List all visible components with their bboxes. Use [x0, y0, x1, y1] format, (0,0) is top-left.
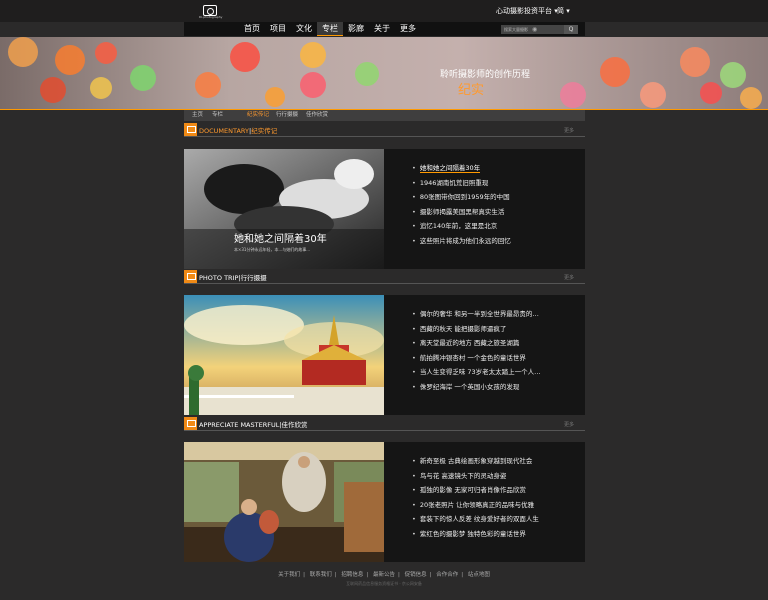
breadcrumb: 主页 专栏 纪实传记 行行摄摄 佳作欣赏 — [184, 110, 585, 121]
list-item[interactable]: 侏罗纪海岸 一个英国小女孩的发现 — [412, 380, 541, 395]
bokeh-light — [560, 82, 586, 108]
list-item[interactable]: 20张老照片 让你领略真正的品味与优雅 — [412, 498, 539, 513]
search-button[interactable]: Q — [564, 25, 578, 34]
bokeh-light — [300, 42, 326, 68]
feature-image[interactable] — [184, 442, 384, 562]
breadcrumb-masterful[interactable]: 佳作欣赏 — [306, 110, 328, 121]
section-header-masterful: APPRECIATE MASTERFUL|佳作欣赏 更多 — [184, 417, 585, 431]
list-item[interactable]: 鸟与花 高速镜头下的灵动身姿 — [412, 469, 539, 484]
camera-search-icon[interactable]: ◉ — [532, 26, 537, 33]
bokeh-light — [300, 72, 326, 98]
main-nav: 首页 项目 文化 专栏 影廊 关于 更多 搜索大量摄影 ◉ Q — [184, 22, 585, 36]
section-icon — [184, 270, 197, 283]
list-item[interactable]: 套装下的惊人反差 纹身爱好者的双面人生 — [412, 512, 539, 527]
section-header-photo-trip: PHOTO TRIP|行行摄摄 更多 — [184, 270, 585, 284]
list-item[interactable]: 偶尔的奢华 和另一半到全世界最昂贵的… — [412, 307, 541, 322]
nav-item-gallery[interactable]: 影廊 — [343, 22, 369, 36]
bokeh-light — [700, 82, 722, 104]
list-item[interactable]: 紫红色的摄影梦 独特色彩的童话世界 — [412, 527, 539, 542]
breadcrumb-columns[interactable]: 专栏 — [212, 110, 223, 121]
nav-item-home[interactable]: 首页 — [239, 22, 265, 36]
section-divider — [184, 430, 585, 431]
feature-image[interactable]: 她和她之间隔着30年 本×31分钟永远年轻，本...与她们的故事... — [184, 149, 384, 269]
bokeh-light — [640, 82, 666, 108]
bokeh-light — [600, 57, 630, 87]
logo-subtext: Di-photography — [199, 15, 223, 19]
site-logo[interactable]: Di-photography — [199, 3, 223, 19]
platform-dropdown[interactable]: 心动摄影投资平台 ▾ — [496, 6, 558, 16]
list-item[interactable]: 离天堂最近的地方 西藏之旅圣湖篇 — [412, 336, 541, 351]
svg-text:本×31分钟永远年轻，本...与她们的故事...: 本×31分钟永远年轻，本...与她们的故事... — [234, 246, 310, 252]
more-link[interactable]: 更多 — [564, 127, 574, 134]
bokeh-light — [195, 72, 221, 98]
list-item[interactable]: 西藏的秋天 能把摄影师逼疯了 — [412, 322, 541, 337]
bokeh-light — [355, 62, 379, 86]
list-item[interactable]: 80张图带你回到1959年的中国 — [412, 190, 511, 205]
section-icon — [184, 417, 197, 430]
bokeh-light — [8, 37, 38, 67]
nav-item-more[interactable]: 更多 — [395, 22, 421, 36]
bokeh-light — [720, 62, 746, 88]
nav-item-projects[interactable]: 项目 — [265, 22, 291, 36]
footer: 关于我们 | 联系我们 | 招聘信息 | 最新公告 | 促销信息 | 合作合作 | 站点地图 — [0, 570, 768, 578]
breadcrumb-home[interactable]: 主页 — [192, 110, 203, 121]
article-list: 她和她之间隔着30年 1946湖南饥荒旧照重现 80张图带你回到1959年的中国… — [412, 161, 511, 248]
breadcrumb-documentary[interactable]: 纪实传记 — [247, 110, 269, 121]
bokeh-light — [130, 65, 156, 91]
list-item[interactable]: 航拍腾冲银杏村 一个金色的童话世界 — [412, 351, 541, 366]
bokeh-light — [740, 87, 762, 109]
article-list: 偶尔的奢华 和另一半到全世界最昂贵的… 西藏的秋天 能把摄影师逼疯了 离天堂最近… — [412, 307, 541, 394]
bokeh-light — [40, 77, 66, 103]
nav-item-columns[interactable]: 专栏 — [317, 22, 343, 36]
footer-link[interactable]: 招聘信息 — [341, 572, 363, 578]
section-title: APPRECIATE MASTERFUL|佳作欣赏 — [199, 421, 308, 429]
bokeh-light — [230, 42, 260, 72]
footer-link[interactable]: 关于我们 — [278, 572, 300, 578]
list-item[interactable]: 孤独的影像 无家可归者肖像作品欣赏 — [412, 483, 539, 498]
list-item[interactable]: 摄影师揭露美国黑帮真实生活 — [412, 205, 511, 220]
list-item[interactable]: 这些照片将成为他们永远的回忆 — [412, 234, 511, 249]
footer-link[interactable]: 联系我们 — [310, 572, 332, 578]
section-divider — [184, 283, 585, 284]
section-title: DOCUMENTARY|纪实传记 — [199, 127, 278, 135]
bokeh-light — [265, 87, 285, 107]
nav-item-culture[interactable]: 文化 — [291, 22, 317, 36]
more-link[interactable]: 更多 — [564, 421, 574, 428]
list-item[interactable]: 追忆140年前，这里是北京 — [412, 219, 511, 234]
hero-banner: 聆听摄影师的创作历程 纪实 — [0, 37, 768, 109]
list-item[interactable]: 1946湖南饥荒旧照重现 — [412, 176, 511, 191]
footer-link[interactable]: 促销信息 — [405, 572, 427, 578]
banner-subtitle: 聆听摄影师的创作历程 — [440, 70, 531, 80]
footer-links: 关于我们 | 联系我们 | 招聘信息 | 最新公告 | 促销信息 | 合作合作 | 站点地图 — [278, 572, 490, 578]
article-list: 新奇至极 古典绘画形象穿越到现代社会 鸟与花 高速镜头下的灵动身姿 孤独的影像 … — [412, 454, 539, 541]
footer-link[interactable]: 合作合作 — [436, 572, 458, 578]
banner-title: 纪实 — [458, 83, 485, 98]
bokeh-light — [680, 47, 710, 77]
feature-image[interactable] — [184, 295, 384, 415]
section-card-masterful: 新奇至极 古典绘画形象穿越到现代社会 鸟与花 高速镜头下的灵动身姿 孤独的影像 … — [184, 442, 585, 562]
copyright: 互联网药品信息服务资格证书 · 京公网安备 — [346, 581, 422, 586]
section-icon — [184, 123, 197, 136]
bokeh-light — [55, 45, 85, 75]
list-item[interactable]: 新奇至极 古典绘画形象穿越到现代社会 — [412, 454, 539, 469]
section-card-documentary: 她和她之间隔着30年 本×31分钟永远年轻，本...与她们的故事... 她和她之… — [184, 149, 585, 269]
section-header-documentary: DOCUMENTARY|纪实传记 更多 — [184, 123, 585, 137]
breadcrumb-photo-trip[interactable]: 行行摄摄 — [276, 110, 298, 121]
list-item[interactable]: 她和她之间隔着30年 — [412, 161, 511, 176]
bokeh-light — [90, 77, 112, 99]
top-bar: Di-photography 心动摄影投资平台 ▾ 简 ▾ — [0, 0, 768, 22]
nav-item-about[interactable]: 关于 — [369, 22, 395, 36]
more-link[interactable]: 更多 — [564, 274, 574, 281]
section-title: PHOTO TRIP|行行摄摄 — [199, 274, 267, 282]
section-divider — [184, 136, 585, 137]
footer-link[interactable]: 最新公告 — [373, 572, 395, 578]
list-item[interactable]: 当人生变得乏味 73岁老太太踏上一个人… — [412, 365, 541, 380]
section-card-photo-trip: 偶尔的奢华 和另一半到全世界最昂贵的… 西藏的秋天 能把摄影师逼疯了 离天堂最近… — [184, 295, 585, 415]
svg-text:她和她之间隔着30年: 她和她之间隔着30年 — [234, 232, 327, 245]
bokeh-light — [95, 42, 117, 64]
language-switch[interactable]: 简 ▾ — [557, 6, 570, 16]
footer-link[interactable]: 站点地图 — [468, 572, 490, 578]
nav-items: 首页 项目 文化 专栏 影廊 关于 更多 — [239, 22, 421, 36]
